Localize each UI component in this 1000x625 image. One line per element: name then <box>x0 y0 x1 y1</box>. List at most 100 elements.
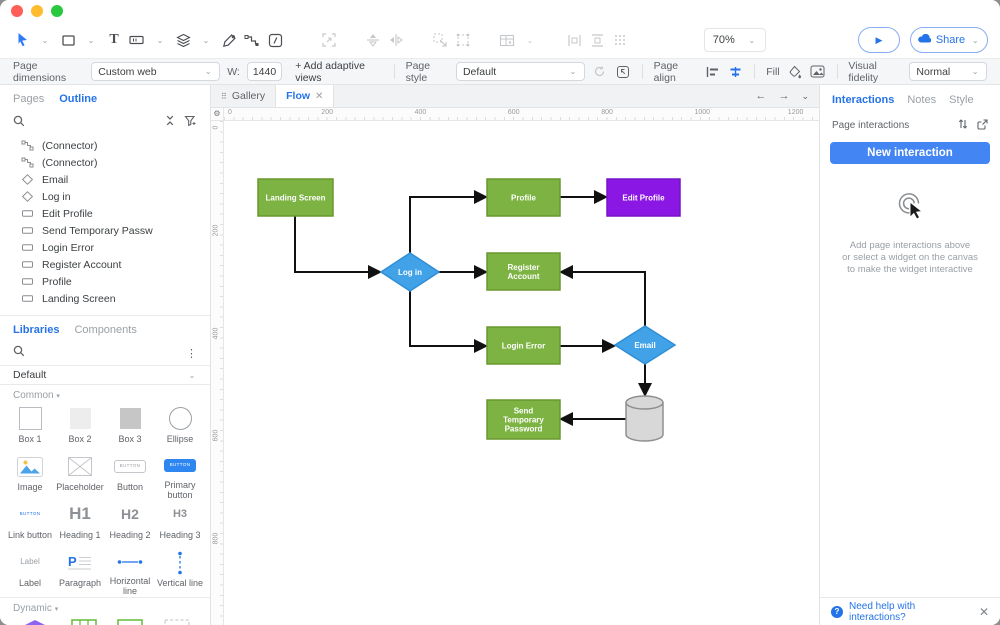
align-left-icon[interactable] <box>705 63 721 81</box>
library-component-paragraph[interactable]: PParagraph <box>55 549 105 597</box>
repeater-icon[interactable] <box>71 619 97 625</box>
layers-tool-menu[interactable]: ⌄ <box>196 29 216 51</box>
input-tool-menu[interactable]: ⌄ <box>150 29 170 51</box>
add-adaptive-views-button[interactable]: + Add adaptive views <box>295 60 383 84</box>
outline-item[interactable]: Login Error <box>0 239 210 256</box>
library-component-primary[interactable]: BUTTONPrimary button <box>155 453 205 501</box>
sort-icon[interactable] <box>958 118 968 133</box>
flow-node-database[interactable] <box>626 396 663 441</box>
library-component-box2[interactable]: Box 2 <box>55 405 105 453</box>
connector-tool[interactable] <box>242 29 262 51</box>
annotation-tool[interactable] <box>265 29 285 51</box>
page-style-select[interactable]: Default ⌄ <box>456 62 585 81</box>
fill-image-icon[interactable] <box>810 63 826 81</box>
shape-tool[interactable] <box>58 29 78 51</box>
page-settings-icon[interactable] <box>615 63 631 81</box>
width-input[interactable]: 1440 <box>247 62 282 81</box>
outline-item[interactable]: Edit Profile <box>0 205 210 222</box>
h3-icon: H3 <box>173 501 187 528</box>
library-component-h1[interactable]: H1Heading 1 <box>55 501 105 549</box>
page-dimensions-select[interactable]: Custom web ⌄ <box>91 62 220 81</box>
forward-icon[interactable]: → <box>778 90 789 102</box>
chevron-down-icon[interactable]: ⌄ <box>801 91 809 102</box>
flow-connector-log-in-to-login-error[interactable] <box>410 291 485 346</box>
share-button[interactable]: Share ⌄ <box>910 27 988 53</box>
external-link-icon[interactable] <box>977 119 988 133</box>
flow-node-landing-screen[interactable]: Landing Screen <box>258 179 333 216</box>
flow-canvas[interactable]: Landing Screen Profile Edit Profile Log in R… <box>224 121 819 625</box>
help-link[interactable]: Need help with interactions? <box>849 601 973 623</box>
library-select[interactable]: Default ⌄ <box>0 365 210 385</box>
preview-button[interactable]: ▶ <box>858 27 900 53</box>
section-dynamic[interactable]: Dynamic ▾ <box>0 598 210 616</box>
outline-item[interactable]: Register Account <box>0 256 210 273</box>
fill-color-icon[interactable] <box>787 63 803 81</box>
library-component-box3[interactable]: Box 3 <box>105 405 155 453</box>
select-tool[interactable] <box>12 29 32 51</box>
collapse-all-icon[interactable] <box>164 114 176 132</box>
align-center-icon[interactable] <box>727 63 743 81</box>
library-component-vline[interactable]: Vertical line <box>155 549 205 597</box>
flow-node-profile[interactable]: Profile <box>487 179 560 216</box>
tab-outline[interactable]: Outline <box>59 93 97 105</box>
flow-node-register-account[interactable]: RegisterAccount <box>487 253 560 290</box>
more-options-icon[interactable]: ⋮ <box>186 347 197 360</box>
search-icon[interactable] <box>13 114 25 132</box>
visual-fidelity-select[interactable]: Normal ⌄ <box>909 62 987 81</box>
library-component-ellipse[interactable]: Ellipse <box>155 405 205 453</box>
text-tool[interactable]: T <box>104 29 124 51</box>
outline-item[interactable]: Profile <box>0 273 210 290</box>
outline-item[interactable]: Log in <box>0 188 210 205</box>
flow-node-email[interactable]: Email <box>615 326 675 364</box>
minimize-window-button[interactable] <box>31 5 43 17</box>
shape-tool-menu[interactable]: ⌄ <box>81 29 101 51</box>
pen-tool[interactable] <box>219 29 239 51</box>
zoom-select[interactable]: 70% ⌄ <box>704 28 766 52</box>
dynamic-panel-icon[interactable] <box>20 619 50 625</box>
outline-item[interactable]: Send Temporary Passw <box>0 222 210 239</box>
tab-gallery[interactable]: ⠿ Gallery <box>211 85 275 107</box>
close-window-button[interactable] <box>11 5 23 17</box>
tab-pages[interactable]: Pages <box>13 93 44 105</box>
flow-connector-log-in-to-profile[interactable] <box>410 197 485 253</box>
flow-connector-email-to-register-account[interactable] <box>562 272 645 326</box>
flow-node-edit-profile[interactable]: Edit Profile <box>607 179 680 216</box>
flow-node-log-in[interactable]: Log in <box>381 253 439 291</box>
back-icon[interactable]: ← <box>755 90 766 102</box>
library-component-hline[interactable]: Horizontal line <box>105 549 155 597</box>
library-component-link[interactable]: BUTTONLink button <box>5 501 55 549</box>
library-component-h2[interactable]: H2Heading 2 <box>105 501 155 549</box>
flow-node-send-temporary-password[interactable]: SendTemporaryPassword <box>487 400 560 439</box>
input-tool[interactable] <box>127 29 147 51</box>
filter-icon[interactable] <box>184 114 197 132</box>
outline-item-label: Landing Screen <box>42 293 116 305</box>
library-component-button[interactable]: BUTTONButton <box>105 453 155 501</box>
hotspot-icon[interactable] <box>164 619 190 625</box>
tab-components[interactable]: Components <box>74 324 136 336</box>
outline-item[interactable]: (Connector) <box>0 154 210 171</box>
close-tab-icon[interactable]: ✕ <box>315 91 323 102</box>
outline-item[interactable]: (Connector) <box>0 137 210 154</box>
new-interaction-button[interactable]: New interaction <box>830 142 990 164</box>
tab-libraries[interactable]: Libraries <box>13 324 59 336</box>
select-tool-menu[interactable]: ⌄ <box>35 29 55 51</box>
library-component-label[interactable]: LabelLabel <box>5 549 55 597</box>
library-component-h3[interactable]: H3Heading 3 <box>155 501 205 549</box>
outline-item[interactable]: Email <box>0 171 210 188</box>
flow-node-login-error[interactable]: Login Error <box>487 327 560 364</box>
zoom-window-button[interactable] <box>51 5 63 17</box>
inline-frame-icon[interactable] <box>117 619 143 625</box>
library-component-placeholder[interactable]: Placeholder <box>55 453 105 501</box>
flow-connector-landing-screen-to-log-in[interactable] <box>295 216 379 272</box>
tab-style[interactable]: Style <box>949 94 973 106</box>
tab-notes[interactable]: Notes <box>907 94 936 106</box>
layers-tool[interactable] <box>173 29 193 51</box>
library-component-image[interactable]: Image <box>5 453 55 501</box>
section-common[interactable]: Common ▾ <box>0 385 210 403</box>
library-component-box1[interactable]: Box 1 <box>5 405 55 453</box>
close-icon[interactable]: ✕ <box>979 605 989 619</box>
outline-item[interactable]: Landing Screen <box>0 290 210 307</box>
tab-flow[interactable]: Flow ✕ <box>275 85 334 107</box>
tab-interactions[interactable]: Interactions <box>832 94 894 106</box>
search-icon[interactable] <box>13 344 25 362</box>
